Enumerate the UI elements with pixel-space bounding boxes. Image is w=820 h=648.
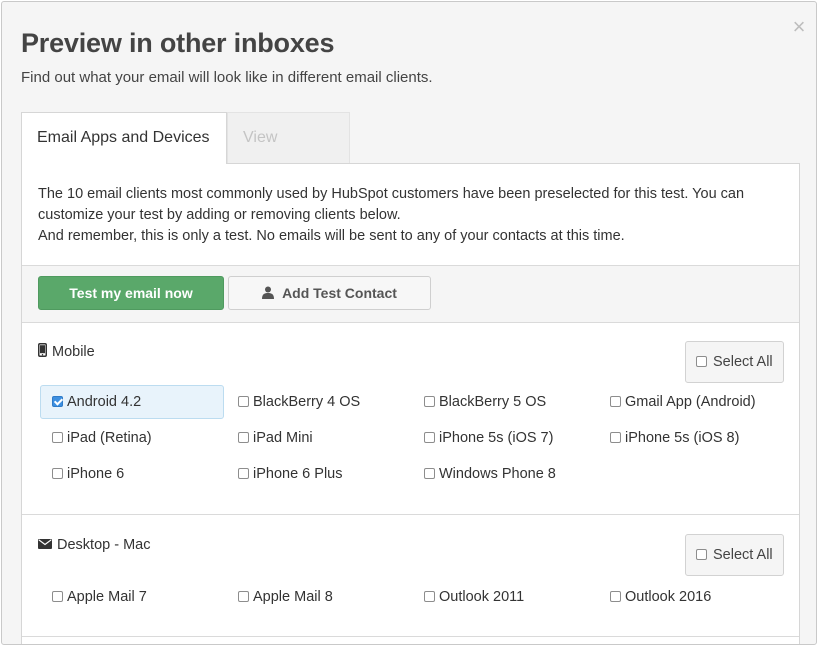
client-iphone-6[interactable]: iPhone 6 xyxy=(40,457,224,491)
client-label: Apple Mail 7 xyxy=(67,589,147,605)
add-test-contact-button[interactable]: Add Test Contact xyxy=(228,276,431,310)
client-blackberry-5-os[interactable]: BlackBerry 5 OS xyxy=(412,385,596,419)
checkbox[interactable] xyxy=(238,468,249,479)
select-all-checkbox[interactable] xyxy=(696,549,707,560)
dialog-title: Preview in other inboxes xyxy=(21,28,335,58)
client-label: Windows Phone 8 xyxy=(439,466,556,482)
checkbox[interactable] xyxy=(424,591,435,602)
section-title-mobile: Mobile xyxy=(38,343,95,361)
section-title-text: Mobile xyxy=(52,343,95,360)
person-icon xyxy=(262,278,275,310)
client-label: iPhone 5s (iOS 7) xyxy=(439,430,554,446)
section-mobile: Mobile Select All Android 4.2 BlackBerry… xyxy=(22,321,799,515)
client-label: BlackBerry 4 OS xyxy=(253,394,361,410)
client-label: Apple Mail 8 xyxy=(253,589,333,605)
client-label: Outlook 2016 xyxy=(625,589,712,605)
client-label: iPad (Retina) xyxy=(67,430,152,446)
select-all-mobile-button[interactable]: Select All xyxy=(685,341,784,383)
client-outlook-2011[interactable]: Outlook 2011 xyxy=(412,580,596,614)
client-ipad-mini[interactable]: iPad Mini xyxy=(226,421,410,455)
client-label: Android 4.2 xyxy=(67,394,142,410)
client-outlook-2016[interactable]: Outlook 2016 xyxy=(598,580,782,614)
tab-view-results[interactable]: View Results xyxy=(227,112,350,196)
tab-panel: The 10 email clients most commonly used … xyxy=(21,163,800,644)
section-title-text: Desktop - Mac xyxy=(57,537,151,553)
intro-line-2: And remember, this is only a test. No em… xyxy=(38,228,625,244)
client-iphone-5s-ios-8[interactable]: iPhone 5s (iOS 8) xyxy=(598,421,782,455)
checkbox[interactable] xyxy=(424,396,435,407)
close-icon[interactable]: × xyxy=(791,16,807,38)
select-all-label: Select All xyxy=(713,547,773,563)
mobile-phone-icon xyxy=(38,343,47,361)
client-android-4-2[interactable]: Android 4.2 xyxy=(40,385,224,419)
checkbox[interactable] xyxy=(424,468,435,479)
client-iphone-6-plus[interactable]: iPhone 6 Plus xyxy=(226,457,410,491)
checkbox[interactable] xyxy=(52,396,63,407)
checkbox[interactable] xyxy=(52,468,63,479)
client-apple-mail-8[interactable]: Apple Mail 8 xyxy=(226,580,410,614)
client-label: Outlook 2011 xyxy=(439,589,525,605)
checkbox[interactable] xyxy=(238,396,249,407)
envelope-icon xyxy=(38,537,52,553)
select-all-checkbox[interactable] xyxy=(696,356,707,367)
checkbox[interactable] xyxy=(52,591,63,602)
checkbox[interactable] xyxy=(610,396,621,407)
select-all-desktop-mac-button[interactable]: Select All xyxy=(685,534,784,576)
client-label: Gmail App (Android) xyxy=(625,394,756,410)
client-ipad-retina[interactable]: iPad (Retina) xyxy=(40,421,224,455)
client-label: iPhone 6 xyxy=(67,466,125,482)
client-apple-mail-7[interactable]: Apple Mail 7 xyxy=(40,580,224,614)
client-gmail-app-android[interactable]: Gmail App (Android) xyxy=(598,385,782,419)
intro-line-1: The 10 email clients most commonly used … xyxy=(38,186,745,223)
tab-email-apps-and-devices[interactable]: Email Apps and Devices xyxy=(21,112,227,164)
client-label: iPhone 6 Plus xyxy=(253,466,343,482)
client-blackberry-4-os[interactable]: BlackBerry 4 OS xyxy=(226,385,410,419)
select-all-label: Select All xyxy=(713,354,773,370)
test-email-now-button[interactable]: Test my email now xyxy=(38,276,224,310)
add-test-contact-label: Add Test Contact xyxy=(282,285,397,301)
client-label: iPad Mini xyxy=(253,430,313,446)
client-iphone-5s-ios-7[interactable]: iPhone 5s (iOS 7) xyxy=(412,421,596,455)
intro-text: The 10 email clients most commonly used … xyxy=(38,184,778,247)
dialog-subtitle: Find out what your email will look like … xyxy=(21,69,433,86)
checkbox[interactable] xyxy=(52,432,63,443)
checkbox[interactable] xyxy=(424,432,435,443)
checkbox[interactable] xyxy=(238,591,249,602)
client-label: BlackBerry 5 OS xyxy=(439,394,547,410)
section-desktop-mac: Desktop - Mac Select All Apple Mail 7 Ap… xyxy=(22,514,799,637)
checkbox[interactable] xyxy=(610,432,621,443)
preview-dialog: × Preview in other inboxes Find out what… xyxy=(1,1,817,645)
checkbox[interactable] xyxy=(610,591,621,602)
client-label: iPhone 5s (iOS 8) xyxy=(625,430,740,446)
client-windows-phone-8[interactable]: Windows Phone 8 xyxy=(412,457,596,491)
checkbox[interactable] xyxy=(238,432,249,443)
section-title-desktop-mac: Desktop - Mac xyxy=(38,537,150,553)
action-toolbar: Test my email now Add Test Contact xyxy=(22,265,799,323)
